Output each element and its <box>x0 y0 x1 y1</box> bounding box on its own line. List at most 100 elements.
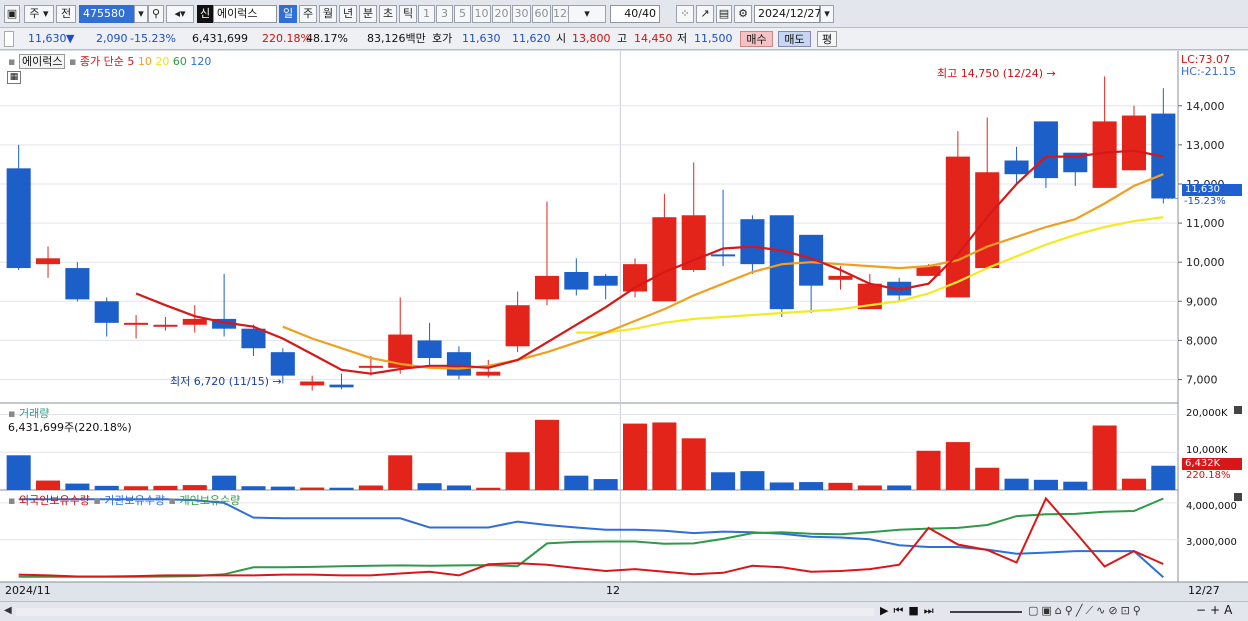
count-tab[interactable]: 10 <box>472 5 491 23</box>
date-field[interactable]: 2024/12/27 <box>754 5 821 23</box>
volume-bar <box>681 438 706 490</box>
period-tab[interactable]: 월 <box>319 5 337 23</box>
scroll-left-icon[interactable]: ◀ <box>4 605 12 616</box>
price-tick-label: 10,000 <box>1186 256 1225 269</box>
volume-bar <box>241 486 266 490</box>
sell-button[interactable]: 매도 <box>778 31 811 47</box>
chart-area[interactable]: 7,0008,0009,00010,00011,00012,00013,0001… <box>0 51 1248 601</box>
code-dropdown-icon[interactable]: ▾ <box>134 5 148 23</box>
period-tab[interactable]: 분 <box>359 5 377 23</box>
draw-icon[interactable]: ↗ <box>696 5 714 23</box>
volume-bar <box>182 485 207 490</box>
period-tab[interactable]: 년 <box>339 5 357 23</box>
toolbar: ▣ 주 ▾ 전 475580 ▾ ⚲ ◂▾ 신 에이럭스 일주월년분초틱 135… <box>0 0 1248 28</box>
stock-name-field[interactable]: 에이럭스 <box>213 5 277 23</box>
candle-body <box>593 275 618 286</box>
period-tab[interactable]: 일 <box>279 5 297 23</box>
mode1-dropdown[interactable]: 주 ▾ <box>24 5 54 23</box>
volume-bar <box>505 452 530 490</box>
volume-bar <box>1151 465 1176 490</box>
volume-bar <box>476 487 501 490</box>
low-price: 11,500 <box>694 32 733 45</box>
period-tab[interactable]: 틱 <box>399 5 417 23</box>
volume-bar <box>564 475 589 490</box>
candle-body <box>769 215 794 310</box>
volume-bar <box>417 483 442 490</box>
volume-bar <box>945 442 970 490</box>
period-tab[interactable]: 주 <box>299 5 317 23</box>
candle-body <box>300 381 325 386</box>
link-icon[interactable]: ⁘ <box>676 5 694 23</box>
institution-legend: 기관보유수량 <box>104 494 166 507</box>
date-dropdown-icon[interactable]: ▾ <box>820 5 834 23</box>
drawing-tools[interactable]: ▢▣⌂⚲╱⟋∿⊘⊡⚲ <box>1028 604 1144 618</box>
stock-tag[interactable]: 에이럭스 <box>18 54 66 69</box>
volume-bar <box>446 485 471 490</box>
panel-close-icon[interactable] <box>1234 406 1242 414</box>
candle-body <box>1121 115 1147 171</box>
calculator-icon[interactable]: ▦ <box>7 71 21 84</box>
page-count: 40 <box>624 7 639 20</box>
xaxis-background <box>0 582 1248 601</box>
playback-controls[interactable]: ▶⏮■⏭ <box>880 604 939 618</box>
xaxis-start: 2024/11 <box>5 584 51 597</box>
volume-detail: 6,431,699주(220.18%) <box>8 421 132 434</box>
candle-body <box>124 322 149 325</box>
candle-body <box>358 365 383 368</box>
low-label: 저 <box>677 32 688 45</box>
ma-legend-item[interactable]: 5 <box>127 55 138 68</box>
price-tick-label: 11,000 <box>1186 217 1225 230</box>
volume-bar <box>711 472 736 490</box>
candle-body <box>681 215 706 271</box>
count-tab[interactable]: 1 <box>418 5 435 23</box>
candle-body <box>417 340 442 359</box>
bid-price: 11,620 <box>512 32 551 45</box>
count-tab[interactable]: 20 <box>492 5 511 23</box>
sound-icon[interactable]: ◂▾ <box>166 5 194 23</box>
ma-legend-item[interactable]: 20 <box>155 55 173 68</box>
price-tick-label: 14,000 <box>1186 100 1225 113</box>
gear-icon[interactable]: ⚙ <box>734 5 752 23</box>
count-tab[interactable]: 3 <box>436 5 453 23</box>
volume-bar <box>887 485 912 490</box>
zoom-slider[interactable] <box>950 611 1022 613</box>
price-change: 2,090 <box>96 32 128 45</box>
current-price: 11,630 <box>28 32 67 45</box>
ma-legend-item[interactable]: 60 <box>173 55 191 68</box>
page-count-field[interactable]: 40/40 <box>610 5 660 23</box>
candle-body <box>1033 121 1058 179</box>
period-tab[interactable]: 초 <box>379 5 397 23</box>
ma-legend-item[interactable]: 10 <box>138 55 156 68</box>
search-icon[interactable]: ⚲ <box>148 5 164 23</box>
panel-close-icon[interactable] <box>1234 493 1242 501</box>
volume-bar <box>740 471 765 490</box>
window-menu-icon[interactable]: ▣ <box>4 5 20 23</box>
candle-body <box>153 324 178 327</box>
volume-bar <box>652 422 677 490</box>
count-tab[interactable]: 30 <box>512 5 531 23</box>
eval-button[interactable]: 평 <box>817 31 837 47</box>
horizontal-scrollbar[interactable] <box>16 608 874 616</box>
volume-axis-top: 20,000K <box>1186 408 1228 419</box>
volume-bar <box>828 482 853 490</box>
zoom-controls[interactable]: −+A <box>1196 603 1236 617</box>
candle-body <box>476 371 501 376</box>
buy-button[interactable]: 매수 <box>740 31 773 47</box>
high-label: 고 <box>617 32 628 45</box>
count-tab[interactable]: 60 <box>532 5 551 23</box>
volume-bar <box>35 480 61 490</box>
candle-body <box>652 217 677 302</box>
count-tab[interactable]: 5 <box>454 5 471 23</box>
ma-legend-item[interactable]: 120 <box>190 55 211 68</box>
mode2-button[interactable]: 전 <box>56 5 76 23</box>
candlestick-chart[interactable]: 7,0008,0009,00010,00011,00012,00013,0001… <box>0 51 1248 601</box>
quote-menu-icon[interactable] <box>4 31 14 47</box>
extra-dropdown[interactable]: ▾ <box>568 5 606 23</box>
volume-bar <box>622 423 648 490</box>
candle-body <box>799 234 824 286</box>
price-tick-label: 7,000 <box>1186 374 1218 387</box>
save-icon[interactable]: ▤ <box>716 5 732 23</box>
bid-label: 호가 <box>432 32 453 45</box>
legend-marker-icon: ▪ <box>168 494 176 507</box>
stock-code-input[interactable]: 475580 <box>79 5 135 23</box>
